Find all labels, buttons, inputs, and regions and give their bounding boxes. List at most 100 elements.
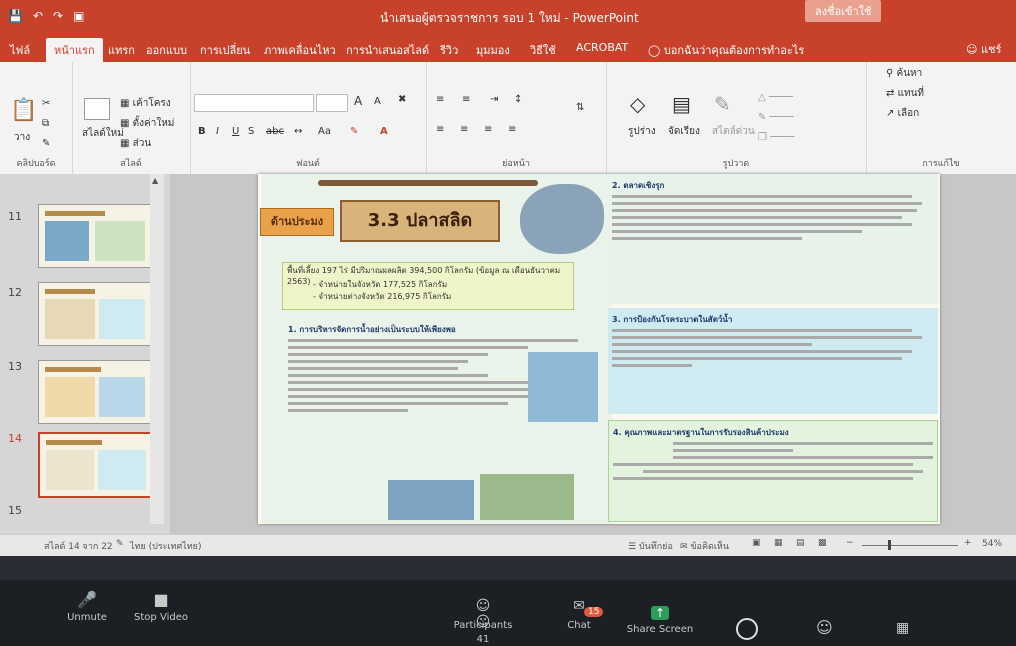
shadow-button[interactable]: S [248,126,254,137]
participants-button[interactable]: ☺☺ 41 Participants [448,598,518,645]
chat-label: Chat [567,620,591,631]
quick-styles-label[interactable]: สไตล์ด่วน [712,124,755,139]
stop-video-button[interactable]: ■ Stop Video [130,590,192,623]
zoom-slider-thumb[interactable] [888,540,891,550]
share-label: แชร์ [980,43,1002,56]
align-right-icon[interactable]: ≡ [484,124,492,135]
tab-file[interactable]: ไฟล์ [10,41,30,59]
reactions-icon[interactable]: ☺ [816,618,833,637]
shapes-icon[interactable]: ◇ [630,92,645,116]
font-color-icon[interactable]: A [380,126,388,137]
tab-help[interactable]: วิธีใช้ [530,41,556,59]
strike-icon[interactable]: abc [266,126,284,137]
clear-format-icon[interactable]: ✖ [398,94,406,105]
paste-label[interactable]: วาง [14,130,30,145]
slide-thumbnail-selected[interactable] [38,432,154,498]
record-icon[interactable] [736,618,758,640]
status-bar: สไลด์ 14 จาก 22 ✎ ไทย (ประเทศไทย) ☰ บันท… [0,534,1016,557]
zoom-out-icon[interactable]: − [846,538,854,548]
underline-button[interactable]: U [232,126,239,137]
arrange-icon[interactable]: ▤ [672,92,691,116]
language-indicator[interactable]: ไทย (ประเทศไทย) [130,539,201,553]
zoom-in-icon[interactable]: + [964,538,972,548]
reading-view-icon[interactable]: ▤ [796,538,805,548]
paste-icon[interactable]: 📋 [10,98,37,123]
slideshow-view-icon[interactable]: ▩ [818,538,827,548]
zoom-level[interactable]: 54% [982,539,1002,549]
undo-icon[interactable]: ↶ [33,9,43,23]
reset-button[interactable]: ▦ ตั้งค่าใหม่ [120,116,174,131]
replace-button[interactable]: ⇄ แทนที่ [886,86,924,101]
tab-review[interactable]: รีวิว [440,41,458,59]
change-case-icon[interactable]: Aa [318,126,331,137]
thumb-number: 13 [8,360,22,373]
align-left-icon[interactable]: ≡ [436,124,444,135]
slide-canvas[interactable]: ด้านประมง 3.3 ปลาสลิด พื้นที่เลี้ยง 197 … [258,174,940,524]
slide-thumbnail[interactable] [38,204,152,268]
right-box-1: 2. ตลาดเชิงรุก [608,174,938,304]
apps-icon[interactable]: ▦ [896,620,909,636]
section-button[interactable]: ▦ ส่วน [120,136,151,151]
slide-thumbnail[interactable] [38,360,152,424]
tab-animations[interactable]: ภาพเคลื่อนไหว [264,41,336,59]
font-size-box[interactable] [316,94,348,112]
font-name-box[interactable] [194,94,314,112]
shrink-font-button[interactable]: A [374,96,381,107]
grow-font-button[interactable]: A [354,94,362,108]
align-center-icon[interactable]: ≡ [460,124,468,135]
select-button[interactable]: ↗ เลือก [886,106,919,121]
share-screen-button[interactable]: ↑ Share Screen [620,606,700,635]
redo-icon[interactable]: ↷ [53,9,63,23]
cut-icon[interactable]: ✂ [42,98,50,109]
italic-button[interactable]: I [216,126,219,137]
char-spacing-icon[interactable]: ↔ [294,126,302,137]
signin-button[interactable]: ลงชื่อเข้าใช้ [805,0,882,22]
tab-design[interactable]: ออกแบบ [146,41,187,59]
shapes-label[interactable]: รูปร่าง [628,124,656,139]
tab-view[interactable]: มุมมอง [476,41,510,59]
tab-acrobat[interactable]: ACROBAT [576,41,628,54]
unmute-button[interactable]: 🎤 Unmute [62,590,112,623]
layout-button[interactable]: ▦ เค้าโครง [120,96,171,111]
zoom-slider[interactable] [862,545,958,546]
slides-label: สไลด์ [120,159,142,169]
tab-insert[interactable]: แทรก [108,41,135,59]
line-spacing-icon[interactable]: ↕ [514,94,522,105]
spellcheck-icon[interactable]: ✎ [116,539,124,549]
notes-button[interactable]: ☰ บันทึกย่อ [628,539,673,553]
bold-button[interactable]: B [198,126,206,137]
tab-transitions[interactable]: การเปลี่ยน [200,41,250,59]
summary-line: - จำหน่ายต่างจังหวัด 216,975 กิโลกรัม [313,292,452,301]
indent-icon[interactable]: ⇥ [490,94,498,105]
tab-slideshow[interactable]: การนำเสนอสไลด์ [346,41,429,59]
new-slide-label[interactable]: สไลด์ใหม่ [82,126,124,141]
text-direction-icon[interactable]: ⇅ [576,102,584,113]
bullets-icon[interactable]: ≡ [436,94,444,105]
present-icon[interactable]: ▣ [73,9,84,23]
save-icon[interactable]: 💾 [8,9,23,23]
section-3-heading: 3. การป้องกันโรคระบาดในสัตว์น้ำ [612,315,733,324]
thumb-content-block [99,299,145,339]
tab-home[interactable]: หน้าแรก [46,38,103,62]
scroll-up-icon[interactable]: ▲ [152,176,158,185]
highlight-icon[interactable]: ✎ [350,126,358,137]
comments-button[interactable]: ✉ ข้อคิดเห็น [680,539,729,553]
share-button[interactable]: ☺ แชร์ [966,40,1001,58]
sorter-view-icon[interactable]: ▦ [774,538,783,548]
new-slide-icon[interactable] [84,98,110,120]
format-painter-icon[interactable]: ✎ [42,138,50,149]
ribbon: 📋 วาง ✂ ⧉ ✎ คลิปบอร์ด สไลด์ใหม่ ▦ เค้าโค… [0,62,1016,175]
find-button[interactable]: ⚲ ค้นหา [886,66,922,81]
shape-outline-icon[interactable]: ✎ ──── [758,112,794,123]
normal-view-icon[interactable]: ▣ [752,538,761,548]
numbering-icon[interactable]: ≡ [462,94,470,105]
thumbnail-scrollbar[interactable]: ▲ [150,174,164,524]
justify-icon[interactable]: ≡ [508,124,516,135]
shape-effects-icon[interactable]: ❐ ──── [758,132,794,143]
tell-me-box[interactable]: ◯ บอกฉันว่าคุณต้องการทำอะไร [648,41,804,59]
quick-styles-icon[interactable]: ✎ [714,92,731,116]
slide-thumbnail[interactable] [38,282,152,346]
shape-fill-icon[interactable]: △ ──── [758,92,793,103]
copy-icon[interactable]: ⧉ [42,118,49,129]
arrange-label[interactable]: จัดเรียง [668,124,700,139]
